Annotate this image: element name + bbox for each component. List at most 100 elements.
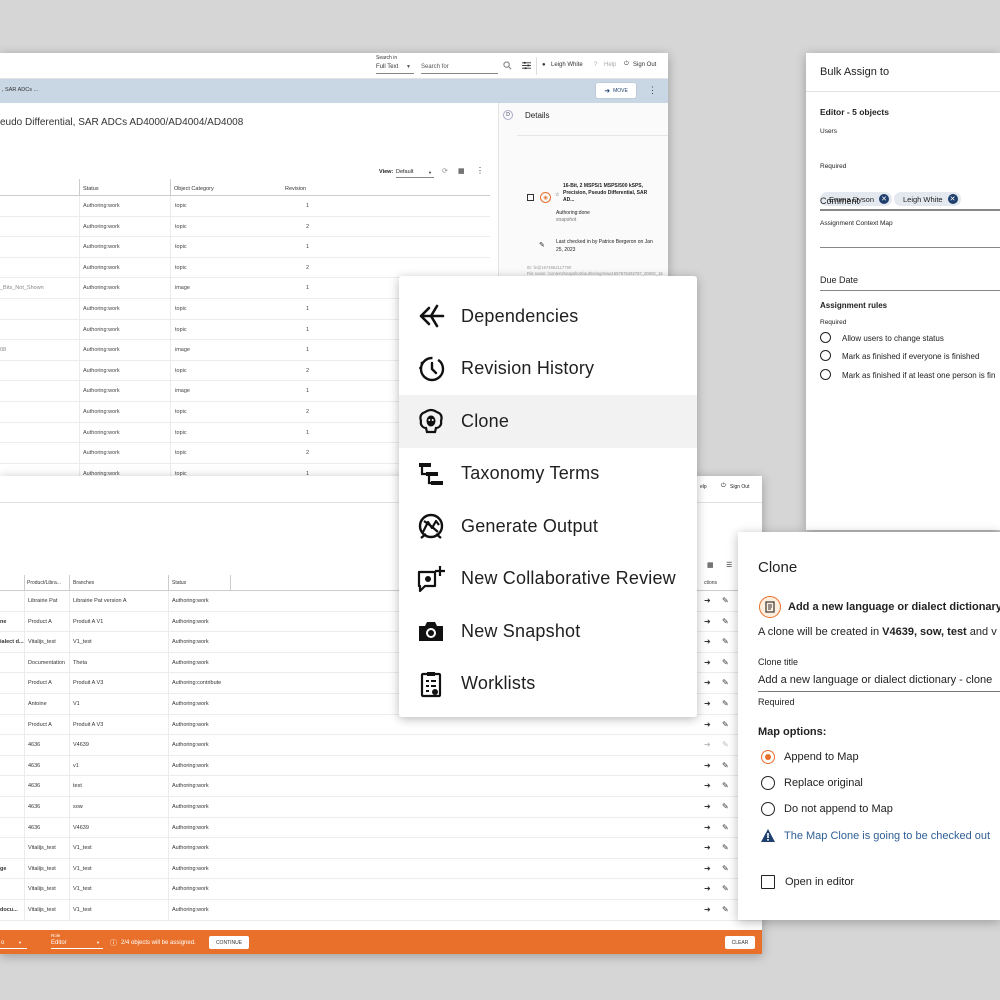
arrow-right-icon[interactable]: ➜: [704, 617, 711, 626]
object-name[interactable]: _Bits_Not_Shown: [0, 285, 44, 291]
menu-item-taxonomy-terms[interactable]: Taxonomy Terms: [399, 448, 697, 501]
refresh-icon[interactable]: ⟳: [442, 167, 448, 175]
branch-name[interactable]: Produit A V3: [73, 722, 103, 728]
move-button[interactable]: ➜ MOVE: [596, 83, 636, 98]
replace-original-radio[interactable]: [761, 776, 775, 790]
menu-item-dependencies[interactable]: Dependencies: [399, 290, 697, 343]
left-select[interactable]: o: [1, 940, 4, 946]
pencil-icon[interactable]: ✎: [722, 740, 729, 749]
filter-icon[interactable]: ☰: [726, 561, 732, 569]
branch-name[interactable]: V4639: [73, 825, 89, 831]
branch-name[interactable]: Produit A V1: [73, 619, 103, 625]
menu-item-clone[interactable]: Clone: [399, 395, 697, 448]
arrow-right-icon[interactable]: ➜: [704, 781, 711, 790]
breadcrumb[interactable]: , SAR ADCs ...: [2, 87, 38, 93]
pencil-icon[interactable]: ✎: [722, 802, 729, 811]
table-row[interactable]: 4636 V4639 Authoring:work ➜ ✎: [0, 817, 762, 839]
power-icon[interactable]: ⏻: [624, 61, 629, 68]
select-checkbox[interactable]: [527, 194, 534, 201]
pencil-icon[interactable]: ✎: [722, 678, 729, 687]
help-link[interactable]: Help: [604, 62, 616, 68]
sign-out-link[interactable]: Sign Out: [730, 484, 749, 490]
branch-name[interactable]: V1_test: [73, 639, 92, 645]
search-input[interactable]: Search for: [421, 64, 449, 70]
arrow-right-icon[interactable]: ➜: [704, 678, 711, 687]
pencil-icon[interactable]: ✎: [722, 658, 729, 667]
help-link[interactable]: elp: [700, 484, 707, 490]
rule-radio[interactable]: [820, 350, 831, 361]
column-header-status[interactable]: Status: [83, 186, 99, 192]
option-label[interactable]: Replace original: [784, 777, 863, 789]
menu-item-worklists[interactable]: Worklists: [399, 658, 697, 711]
table-row[interactable]: 4636 sow Authoring:work ➜ ✎: [0, 796, 762, 818]
more-icon[interactable]: ⋮: [648, 85, 657, 96]
power-icon[interactable]: ⏻: [721, 483, 726, 490]
pencil-icon[interactable]: ✎: [722, 617, 729, 626]
pencil-icon[interactable]: ✎: [722, 864, 729, 873]
table-row[interactable]: Authoring:work topic 1: [0, 196, 490, 217]
continue-button[interactable]: CONTINUE: [209, 936, 249, 949]
do-not-append-radio[interactable]: [761, 802, 775, 816]
clear-button[interactable]: CLEAR: [725, 936, 755, 949]
arrow-right-icon[interactable]: ➜: [704, 864, 711, 873]
user-name[interactable]: Leigh White: [551, 62, 583, 68]
star-icon[interactable]: ☆: [555, 192, 559, 198]
column-header-status[interactable]: Status: [172, 580, 186, 586]
table-row[interactable]: 4636 V4639 Authoring:work ➜ ✎: [0, 735, 762, 756]
branch-name[interactable]: Produit A V3: [73, 680, 103, 686]
column-header-revision[interactable]: Revision: [285, 186, 306, 192]
pencil-icon[interactable]: ✎: [722, 905, 729, 914]
arrow-right-icon[interactable]: ➜: [704, 596, 711, 605]
rule-radio[interactable]: [820, 332, 831, 343]
menu-item-new-snapshot[interactable]: New Snapshot: [399, 605, 697, 658]
arrow-right-icon[interactable]: ➜: [704, 884, 711, 893]
sign-out-link[interactable]: Sign Out: [633, 62, 656, 68]
comment-field[interactable]: Comment: [820, 196, 859, 206]
pencil-icon[interactable]: ✎: [722, 884, 729, 893]
table-row[interactable]: ge Vitalijs_test V1_test Authoring:work ➜ ✎: [0, 858, 762, 880]
object-name[interactable]: docu...: [0, 907, 18, 913]
option-label[interactable]: Append to Map: [784, 751, 859, 763]
pencil-icon[interactable]: ✎: [722, 761, 729, 770]
object-name[interactable]: 08: [0, 347, 6, 353]
arrow-right-icon[interactable]: ➜: [704, 761, 711, 770]
column-header-product[interactable]: Product/Libra...: [27, 580, 61, 586]
table-row[interactable]: 4636 v1 Authoring:work ➜ ✎: [0, 755, 762, 777]
filter-settings-icon[interactable]: [522, 61, 531, 70]
menu-item-new-collaborative-review[interactable]: New Collaborative Review: [399, 553, 697, 606]
table-row[interactable]: docu... Vitalijs_test V1_test Authoring:wor…: [0, 899, 762, 921]
rule-label[interactable]: Mark as finished if at least one person …: [842, 371, 995, 380]
user-chip[interactable]: Leigh White ✕: [894, 192, 961, 206]
rule-label[interactable]: Mark as finished if everyone is finished: [842, 352, 979, 361]
columns-icon[interactable]: ▦: [458, 167, 465, 175]
pencil-icon[interactable]: ✎: [722, 637, 729, 646]
pencil-icon[interactable]: ✎: [722, 823, 729, 832]
pencil-icon[interactable]: ✎: [722, 843, 729, 852]
pencil-icon[interactable]: ✎: [722, 781, 729, 790]
open-in-editor-checkbox[interactable]: [761, 875, 775, 889]
columns-icon[interactable]: ▦: [707, 561, 714, 569]
branch-name[interactable]: V4639: [73, 742, 89, 748]
arrow-right-icon[interactable]: ➜: [704, 699, 711, 708]
role-select[interactable]: Editor: [51, 940, 67, 946]
remove-chip-icon[interactable]: ✕: [879, 194, 890, 204]
option-label[interactable]: Do not append to Map: [784, 803, 893, 815]
view-select[interactable]: Default: [396, 169, 413, 175]
more-icon[interactable]: ⋮: [476, 166, 484, 175]
branch-name[interactable]: sow: [73, 804, 83, 810]
clone-title-input[interactable]: Add a new language or dialect dictionary…: [758, 674, 992, 686]
table-row[interactable]: Product A Produit A V3 Authoring:work ➜ ✎: [0, 714, 762, 736]
search-in-select[interactable]: Full Text: [376, 64, 398, 70]
pencil-icon[interactable]: ✎: [722, 596, 729, 605]
table-row[interactable]: Vitalijs_test V1_test Authoring:work ➜ ✎: [0, 838, 762, 859]
arrow-right-icon[interactable]: ➜: [704, 823, 711, 832]
arrow-right-icon[interactable]: ➜: [704, 843, 711, 852]
table-row[interactable]: 4636 test Authoring:work ➜ ✎: [0, 776, 762, 797]
branch-name[interactable]: test: [73, 783, 82, 789]
rule-radio[interactable]: [820, 369, 831, 380]
arrow-right-icon[interactable]: ➜: [704, 637, 711, 646]
branch-name[interactable]: V1_test: [73, 886, 92, 892]
table-row[interactable]: Authoring:work topic 1: [0, 237, 490, 258]
object-name[interactable]: ne: [0, 619, 6, 625]
menu-item-generate-output[interactable]: Generate Output: [399, 500, 697, 553]
